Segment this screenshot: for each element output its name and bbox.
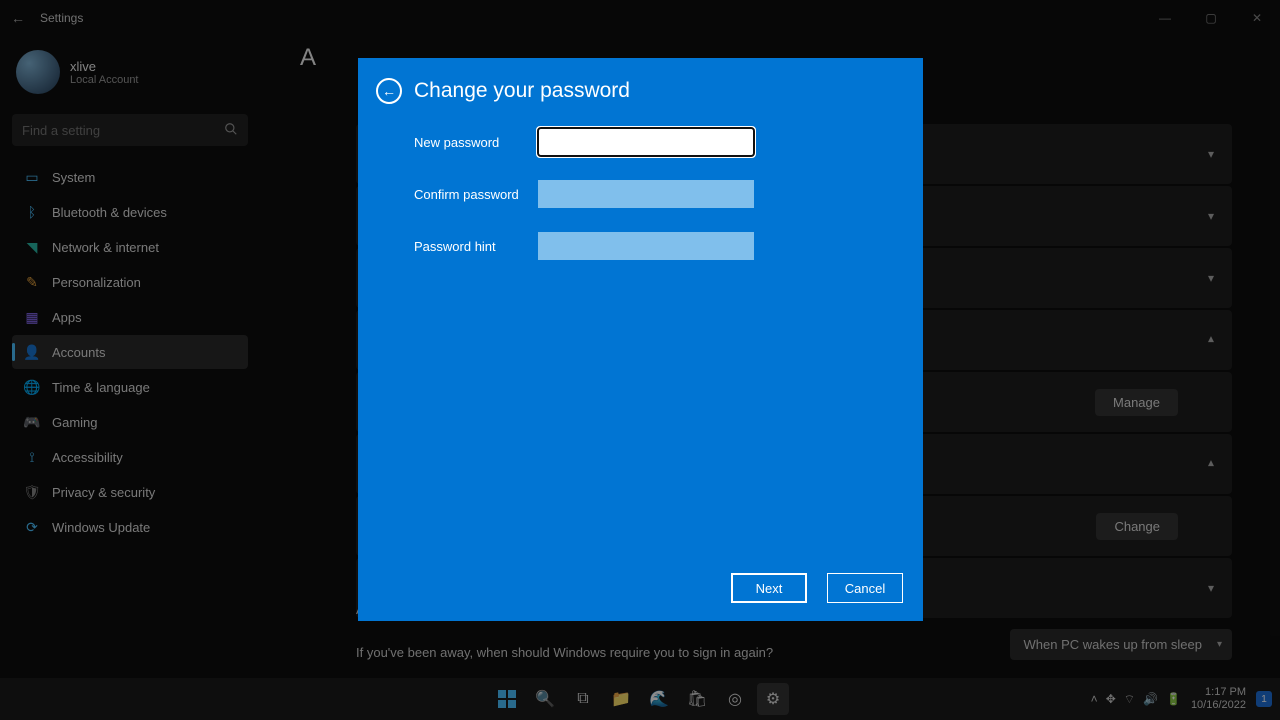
maximize-button[interactable]: ▢ [1188,0,1234,36]
manage-button[interactable]: Manage [1095,389,1178,416]
sidebar-item-gaming[interactable]: 🎮Gaming [12,405,248,439]
sidebar-item-system[interactable]: ▭System [12,160,248,194]
taskbar-clock[interactable]: 1:17 PM 10/16/2022 [1191,686,1246,711]
avatar [16,50,60,94]
shield-icon: 🛡 [20,484,44,501]
taskbar-center: 🔍 ⧉ 📁 🌊 🛍 ◎ ⚙ [491,683,789,715]
new-password-input[interactable] [538,128,754,156]
cancel-button[interactable]: Cancel [827,573,903,603]
accessibility-icon: ⟟ [20,449,44,466]
window-title: Settings [40,11,83,25]
start-button[interactable] [491,683,523,715]
chevron-down-icon: ▾ [1208,147,1214,161]
search-box [12,114,248,146]
sidebar-item-time[interactable]: 🌐Time & language [12,370,248,404]
chevron-down-icon: ▾ [1217,639,1222,650]
sidebar-item-accounts[interactable]: 👤Accounts [12,335,248,369]
dialog-title: Change your password [414,79,630,103]
tray-chevron-icon[interactable]: ˄ [1091,692,1098,707]
change-button[interactable]: Change [1096,513,1178,540]
search-input[interactable] [12,114,248,146]
wifi-icon: ◥ [20,239,44,256]
volume-tray-icon[interactable]: 🔊 [1143,692,1158,707]
apps-icon: ▦ [20,309,44,326]
sidebar-item-update[interactable]: ⟳Windows Update [12,510,248,544]
chrome-icon[interactable]: ◎ [719,683,751,715]
sidebar-item-bluetooth[interactable]: ᛒBluetooth & devices [12,195,248,229]
sidebar-item-personalization[interactable]: ✎Personalization [12,265,248,299]
settings-taskbar-icon[interactable]: ⚙ [757,683,789,715]
confirm-password-label: Confirm password [414,187,538,202]
system-tray: ˄ ✥ ⌔ 🔊 🔋 1:17 PM 10/16/2022 1 [1091,686,1272,711]
sidebar: xlive Local Account ▭System ᛒBluetooth &… [12,44,248,544]
edge-icon[interactable]: 🌊 [643,683,675,715]
chevron-down-icon: ▾ [1208,209,1214,223]
password-hint-input[interactable] [538,232,754,260]
new-password-label: New password [414,135,538,150]
nav-list: ▭System ᛒBluetooth & devices ◥Network & … [12,160,248,544]
password-hint-label: Password hint [414,239,538,254]
user-name: xlive [70,59,139,74]
sidebar-item-apps[interactable]: ▦Apps [12,300,248,334]
globe-icon: 🌐 [20,379,44,396]
sidebar-item-privacy[interactable]: 🛡Privacy & security [12,475,248,509]
account-type: Local Account [70,74,139,86]
user-block[interactable]: xlive Local Account [12,44,248,110]
search-icon [224,122,238,139]
wifi-tray-icon[interactable]: ⌔ [1124,692,1135,707]
require-signin-dropdown[interactable]: When PC wakes up from sleep ▾ [1010,629,1232,660]
chevron-up-icon: ▾ [1208,333,1214,347]
minimize-button[interactable]: ― [1142,0,1188,36]
confirm-password-input[interactable] [538,180,754,208]
close-button[interactable]: ✕ [1234,0,1280,36]
battery-tray-icon[interactable]: 🔋 [1166,692,1181,707]
system-icon: ▭ [20,169,44,186]
back-button[interactable]: ← [0,10,36,26]
notification-badge[interactable]: 1 [1256,691,1272,707]
file-explorer-icon[interactable]: 📁 [605,683,637,715]
titlebar: ← Settings ― ▢ ✕ [0,0,1280,36]
chevron-down-icon: ▾ [1208,271,1214,285]
next-button[interactable]: Next [731,573,807,603]
chevron-up-icon: ▾ [1208,457,1214,471]
bluetooth-icon: ᛒ [20,204,44,220]
person-icon: 👤 [20,344,44,361]
window-controls: ― ▢ ✕ [1142,0,1280,36]
tray-app-icon[interactable]: ✥ [1106,692,1116,707]
search-taskbar-icon[interactable]: 🔍 [529,683,561,715]
brush-icon: ✎ [20,274,44,291]
chevron-down-icon: ▾ [1208,581,1214,595]
gamepad-icon: 🎮 [20,414,44,431]
sidebar-item-network[interactable]: ◥Network & internet [12,230,248,264]
task-view-icon[interactable]: ⧉ [567,683,599,715]
change-password-dialog: ← Change your password New password Conf… [358,58,923,621]
sidebar-item-accessibility[interactable]: ⟟Accessibility [12,440,248,474]
settings-window: ← Settings ― ▢ ✕ xlive Local Account ▭Sy… [0,0,1280,720]
update-icon: ⟳ [20,519,44,536]
dialog-back-button[interactable]: ← [376,78,402,104]
taskbar: 🔍 ⧉ 📁 🌊 🛍 ◎ ⚙ ˄ ✥ ⌔ 🔊 🔋 1:17 PM 10/16/20… [0,678,1280,720]
store-icon[interactable]: 🛍 [681,683,713,715]
